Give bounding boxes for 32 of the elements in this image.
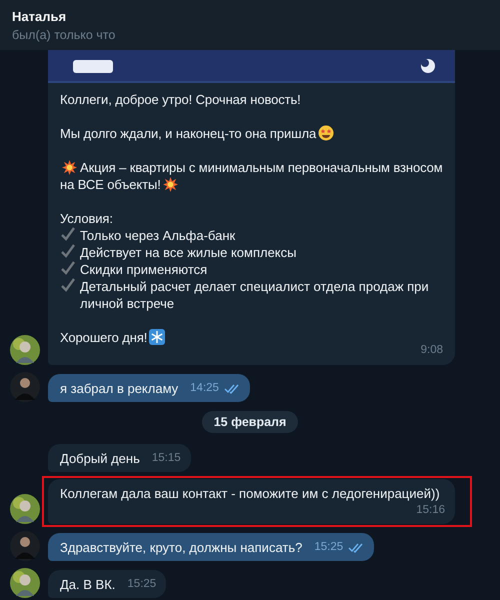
- message-time: 15:25: [127, 577, 156, 592]
- message-text: Добрый день: [60, 450, 140, 467]
- message-text: Скидки применяются: [80, 261, 208, 278]
- burst-icon: [62, 160, 77, 175]
- check-icon: [60, 227, 76, 241]
- message-text: Да. В ВК.: [60, 576, 116, 593]
- message-text: Условия:: [60, 211, 113, 226]
- message-text: Действует на все жилые комплексы: [80, 244, 296, 261]
- check-icon: [60, 244, 76, 258]
- message-time: 14:25: [190, 381, 219, 396]
- message-text: Хорошего дня!: [60, 330, 148, 345]
- check-icon: [60, 261, 76, 275]
- message-text: Коллеги, доброе утро! Срочная новость!: [60, 92, 301, 107]
- last-seen-status: был(а) только что: [12, 28, 116, 42]
- date-chip: 15 февраля: [202, 411, 298, 433]
- message-text: Здравствуйте, круто, должны написать?: [60, 539, 302, 556]
- message-text: Коллегам дала ваш контакт - поможите им с ледогенирацией)): [60, 485, 440, 502]
- message-text: на ВСЕ объекты!: [60, 177, 161, 192]
- snowflake-icon: [149, 329, 166, 345]
- message-time: 15:25: [314, 540, 344, 555]
- message-text: я забрал в рекламу: [60, 380, 178, 397]
- contact-name: Наталья: [12, 9, 68, 24]
- star-eyes-emoji-icon: [318, 125, 334, 141]
- check-icon: [60, 278, 76, 292]
- message-text: Детальный расчет делает специалист отдела продаж при личной встрече: [80, 278, 430, 312]
- message-time: 15:16: [416, 503, 445, 518]
- burst-icon: [162, 177, 178, 192]
- message-text: Мы долго ждали, и наконец-то она пришла: [60, 126, 316, 141]
- message-time: 9:08: [420, 343, 443, 358]
- message-text: Акция – квартиры с минимальным первоначальным взносом: [80, 160, 443, 175]
- message-time: 15:15: [152, 451, 181, 466]
- message-text: Только через Альфа-банк: [80, 227, 236, 244]
